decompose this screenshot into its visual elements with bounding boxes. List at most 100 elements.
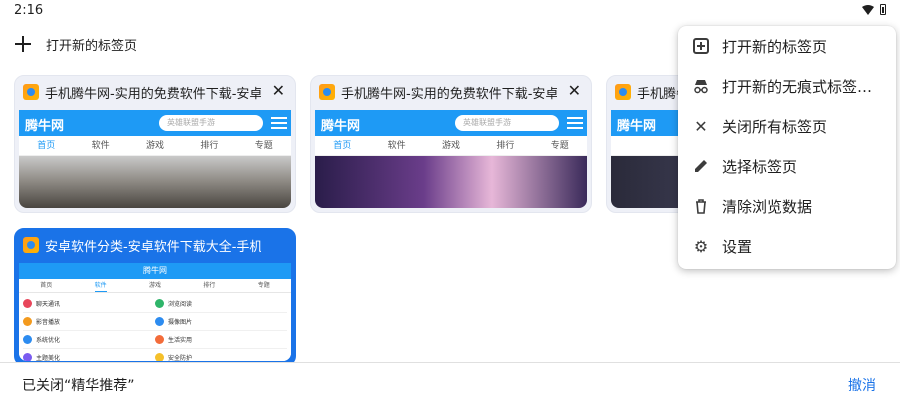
status-time: 2:16 bbox=[14, 3, 44, 18]
list-item: 系统优化 生活实用 bbox=[23, 331, 287, 349]
category-icon bbox=[155, 353, 164, 361]
site-nav-item: 专题 bbox=[257, 282, 270, 289]
site-banner-image bbox=[315, 156, 587, 208]
site-nav-item: 首页 bbox=[40, 282, 53, 289]
tab-card-header: 手机腾牛网-实用的免费软件下载-安卓 ✕ bbox=[15, 76, 295, 108]
tab-card[interactable]: 手机腾牛网-实用的免费软件下载-安卓 ✕ 腾牛网 英雄联盟手游 首页 软件 游戏… bbox=[14, 75, 296, 213]
close-icon: ✕ bbox=[694, 116, 708, 136]
category-label: 主题美化 bbox=[36, 355, 61, 361]
site-nav-item: 首页 bbox=[37, 141, 56, 151]
menu-icon bbox=[271, 117, 287, 129]
menu-item-label: 选择标签页 bbox=[722, 157, 798, 176]
site-header: 腾牛网 英雄联盟手游 bbox=[315, 110, 587, 136]
list-item: 主题美化 安全防护 bbox=[23, 349, 287, 361]
gear-icon: ⚙ bbox=[693, 236, 709, 256]
menu-item-settings[interactable]: ⚙ 设置 bbox=[678, 226, 896, 266]
menu-item-label: 打开新的标签页 bbox=[722, 37, 828, 56]
overflow-menu: 打开新的标签页 打开新的无痕式标签… ✕ 关闭所有标签页 选择标签页 清除浏览数… bbox=[678, 26, 896, 269]
site-nav-item: 专题 bbox=[550, 141, 569, 151]
list-item: 聊天通讯 浏览阅读 bbox=[23, 295, 287, 313]
menu-item-select-tabs[interactable]: 选择标签页 bbox=[678, 146, 896, 186]
site-favicon-icon bbox=[23, 237, 39, 253]
menu-item-label: 设置 bbox=[722, 237, 753, 256]
tab-card-active[interactable]: 安卓软件分类-安卓软件下载大全-手机 腾牛网 首页 软件 游戏 排行 专题 聊天… bbox=[14, 228, 296, 366]
trash-icon bbox=[692, 197, 710, 215]
category-label: 浏览阅读 bbox=[168, 301, 193, 308]
category-icon bbox=[23, 335, 32, 344]
category-list: 聊天通讯 浏览阅读 影音播放 摄像图片 系统优化 生活实用 主题美化 安全防护 bbox=[19, 293, 291, 361]
site-nav-item: 排行 bbox=[496, 141, 515, 151]
tab-thumbnail: 腾牛网 英雄联盟手游 首页 软件 游戏 排行 专题 bbox=[19, 110, 291, 208]
tab-thumbnail: 腾牛网 英雄联盟手游 首页 软件 游戏 排行 专题 bbox=[315, 110, 587, 208]
site-logo: 腾牛网 bbox=[617, 119, 657, 134]
site-favicon-icon bbox=[615, 84, 631, 100]
menu-item-new-incognito-tab[interactable]: 打开新的无痕式标签… bbox=[678, 66, 896, 106]
site-header: 腾牛网 英雄联盟手游 bbox=[19, 110, 291, 136]
status-icons bbox=[862, 4, 886, 15]
site-nav: 首页 软件 游戏 排行 专题 bbox=[19, 136, 291, 156]
new-tab-label: 打开新的标签页 bbox=[46, 38, 138, 54]
plus-icon bbox=[14, 35, 32, 53]
menu-item-new-tab[interactable]: 打开新的标签页 bbox=[678, 26, 896, 66]
category-label: 摄像图片 bbox=[168, 319, 193, 326]
list-item: 影音播放 摄像图片 bbox=[23, 313, 287, 331]
category-label: 系统优化 bbox=[36, 337, 61, 344]
menu-item-close-all-tabs[interactable]: ✕ 关闭所有标签页 bbox=[678, 106, 896, 146]
tab-card[interactable]: 手机腾牛网-实用的免费软件下载-安卓 ✕ 腾牛网 英雄联盟手游 首页 软件 游戏… bbox=[310, 75, 592, 213]
category-icon bbox=[23, 317, 32, 326]
tab-title: 手机腾牛网-实用的免费软件下载-安卓 bbox=[341, 87, 557, 102]
site-search-box: 英雄联盟手游 bbox=[159, 115, 263, 131]
menu-item-clear-browsing-data[interactable]: 清除浏览数据 bbox=[678, 186, 896, 226]
site-logo: 腾牛网 bbox=[143, 266, 167, 275]
add-box-icon bbox=[692, 37, 710, 55]
site-favicon-icon bbox=[23, 84, 39, 100]
close-tab-icon[interactable]: ✕ bbox=[272, 83, 285, 99]
menu-item-label: 清除浏览数据 bbox=[722, 197, 813, 216]
category-label: 生活实用 bbox=[168, 337, 193, 344]
site-nav-item: 游戏 bbox=[148, 282, 161, 289]
snackbar-message: 已关闭“精华推荐” bbox=[22, 378, 135, 394]
site-nav: 首页 软件 游戏 排行 专题 bbox=[315, 136, 587, 156]
site-logo: 腾牛网 bbox=[25, 119, 65, 134]
pencil-icon bbox=[692, 157, 710, 175]
category-label: 安全防护 bbox=[168, 355, 193, 361]
undo-button[interactable]: 撤消 bbox=[848, 375, 876, 395]
site-logo: 腾牛网 bbox=[321, 119, 361, 134]
site-nav-item: 软件 bbox=[94, 279, 107, 292]
site-nav-item: 软件 bbox=[91, 141, 110, 151]
site-nav-item: 软件 bbox=[387, 141, 406, 151]
site-favicon-icon bbox=[319, 84, 335, 100]
category-icon bbox=[155, 299, 164, 308]
wifi-icon bbox=[862, 4, 874, 15]
site-nav-item: 专题 bbox=[254, 141, 273, 151]
close-tab-icon[interactable]: ✕ bbox=[568, 83, 581, 99]
category-label: 影音播放 bbox=[36, 319, 61, 326]
site-nav-item: 首页 bbox=[333, 141, 352, 151]
tab-title: 手机腾牛网-实用的免费软件下载-安卓 bbox=[45, 87, 261, 102]
battery-icon bbox=[880, 4, 886, 15]
menu-item-label: 打开新的无痕式标签… bbox=[722, 77, 873, 96]
category-icon bbox=[23, 353, 32, 361]
tab-card-header: 手机腾牛网-实用的免费软件下载-安卓 ✕ bbox=[311, 76, 591, 108]
category-icon bbox=[23, 299, 32, 308]
status-bar: 2:16 bbox=[0, 0, 900, 22]
new-tab-button[interactable]: 打开新的标签页 bbox=[14, 32, 137, 56]
category-label: 聊天通讯 bbox=[36, 301, 61, 308]
category-icon bbox=[155, 335, 164, 344]
site-nav-item: 游戏 bbox=[441, 141, 460, 151]
tab-title: 安卓软件分类-安卓软件下载大全-手机 bbox=[45, 240, 261, 255]
snackbar: 已关闭“精华推荐” 撤消 bbox=[0, 362, 900, 405]
tab-thumbnail: 腾牛网 首页 软件 游戏 排行 专题 聊天通讯 浏览阅读 影音播放 摄像图片 系… bbox=[19, 263, 291, 361]
site-nav-item: 排行 bbox=[200, 141, 219, 151]
incognito-icon bbox=[692, 77, 710, 95]
site-header: 腾牛网 bbox=[19, 263, 291, 279]
site-banner-image bbox=[19, 156, 291, 208]
site-nav-item: 排行 bbox=[203, 282, 216, 289]
menu-item-label: 关闭所有标签页 bbox=[722, 117, 828, 136]
tab-card-header: 安卓软件分类-安卓软件下载大全-手机 bbox=[15, 229, 295, 261]
site-search-box: 英雄联盟手游 bbox=[455, 115, 559, 131]
site-nav: 首页 软件 游戏 排行 专题 bbox=[19, 279, 291, 293]
site-nav-item: 游戏 bbox=[145, 141, 164, 151]
category-icon bbox=[155, 317, 164, 326]
menu-icon bbox=[567, 117, 583, 129]
